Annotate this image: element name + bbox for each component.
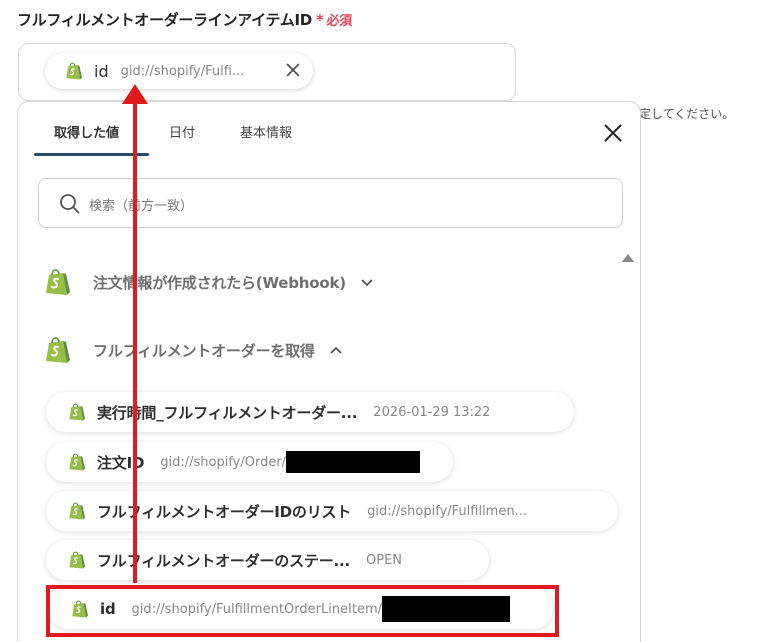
field-label-text: フルフィルメントオーダーラインアイテムID bbox=[17, 11, 312, 29]
required-text: 必須 bbox=[326, 14, 352, 29]
item-key: 注文ID bbox=[97, 453, 145, 472]
section-label: フルフィルメントオーダーを取得 bbox=[93, 341, 315, 360]
chevron-up-icon bbox=[330, 346, 342, 354]
item-value: OPEN bbox=[366, 552, 403, 568]
redacted-block bbox=[286, 451, 421, 473]
shopify-bag-icon bbox=[68, 452, 85, 472]
scroll-up-icon[interactable] bbox=[622, 254, 634, 262]
tab-acquired-values[interactable]: 取得した値 bbox=[54, 122, 119, 141]
hint-text: 定してください。 bbox=[639, 107, 735, 121]
tab-basic-info[interactable]: 基本情報 bbox=[240, 122, 292, 141]
list-item[interactable]: フルフィルメントオーダーのステー... OPEN bbox=[46, 540, 489, 580]
list-item[interactable]: 注文ID gid://shopify/Order/ bbox=[46, 442, 453, 482]
shopify-bag-icon bbox=[44, 335, 70, 365]
value-picker-panel: 取得した値 日付 基本情報 検索（前方一致） 注文情報が作成されたら(Webho… bbox=[17, 101, 641, 642]
item-key: 実行時間_フルフィルメントオーダー... bbox=[97, 403, 358, 422]
shopify-bag-icon bbox=[68, 501, 85, 521]
item-value: 2026-01-29 13:22 bbox=[373, 404, 491, 420]
field-label: フルフィルメントオーダーラインアイテムID * 必須 bbox=[17, 9, 352, 30]
shopify-bag-icon bbox=[68, 550, 85, 570]
section-fulfillment-order[interactable]: フルフィルメントオーダーを取得 bbox=[44, 335, 343, 365]
active-tab-indicator bbox=[34, 153, 149, 156]
item-key: フルフィルメントオーダーIDのリスト bbox=[97, 502, 352, 521]
shopify-bag-icon bbox=[44, 267, 70, 297]
search-placeholder: 検索（前方一致） bbox=[89, 199, 194, 214]
tab-bar: 取得した値 日付 基本情報 bbox=[18, 102, 640, 157]
item-value: gid://shopify/Fulfillmen... bbox=[367, 503, 527, 519]
section-label: 注文情報が作成されたら(Webhook) bbox=[93, 273, 346, 292]
close-icon[interactable] bbox=[285, 62, 301, 78]
tab-date[interactable]: 日付 bbox=[169, 122, 195, 141]
shopify-bag-icon bbox=[68, 402, 85, 422]
required-star: * bbox=[315, 11, 324, 29]
annotation-highlight-box bbox=[46, 585, 559, 637]
search-input[interactable]: 検索（前方一致） bbox=[38, 178, 623, 228]
chip-key: id bbox=[94, 61, 109, 81]
id-field[interactable]: id gid://shopify/Fulfi... bbox=[18, 43, 516, 101]
section-order-webhook[interactable]: 注文情報が作成されたら(Webhook) bbox=[44, 267, 374, 297]
chevron-down-icon bbox=[361, 279, 373, 287]
chip-value: gid://shopify/Fulfi... bbox=[120, 63, 245, 79]
item-value: gid://shopify/Order/ bbox=[160, 454, 287, 470]
search-icon bbox=[60, 194, 80, 214]
list-item[interactable]: フルフィルメントオーダーIDのリスト gid://shopify/Fulfill… bbox=[46, 491, 618, 531]
value-chip[interactable]: id gid://shopify/Fulfi... bbox=[45, 53, 313, 89]
shopify-bag-icon bbox=[65, 61, 82, 81]
close-icon[interactable] bbox=[602, 122, 624, 144]
item-key: フルフィルメントオーダーのステー... bbox=[97, 551, 350, 570]
list-item[interactable]: 実行時間_フルフィルメントオーダー... 2026-01-29 13:22 bbox=[46, 392, 574, 432]
